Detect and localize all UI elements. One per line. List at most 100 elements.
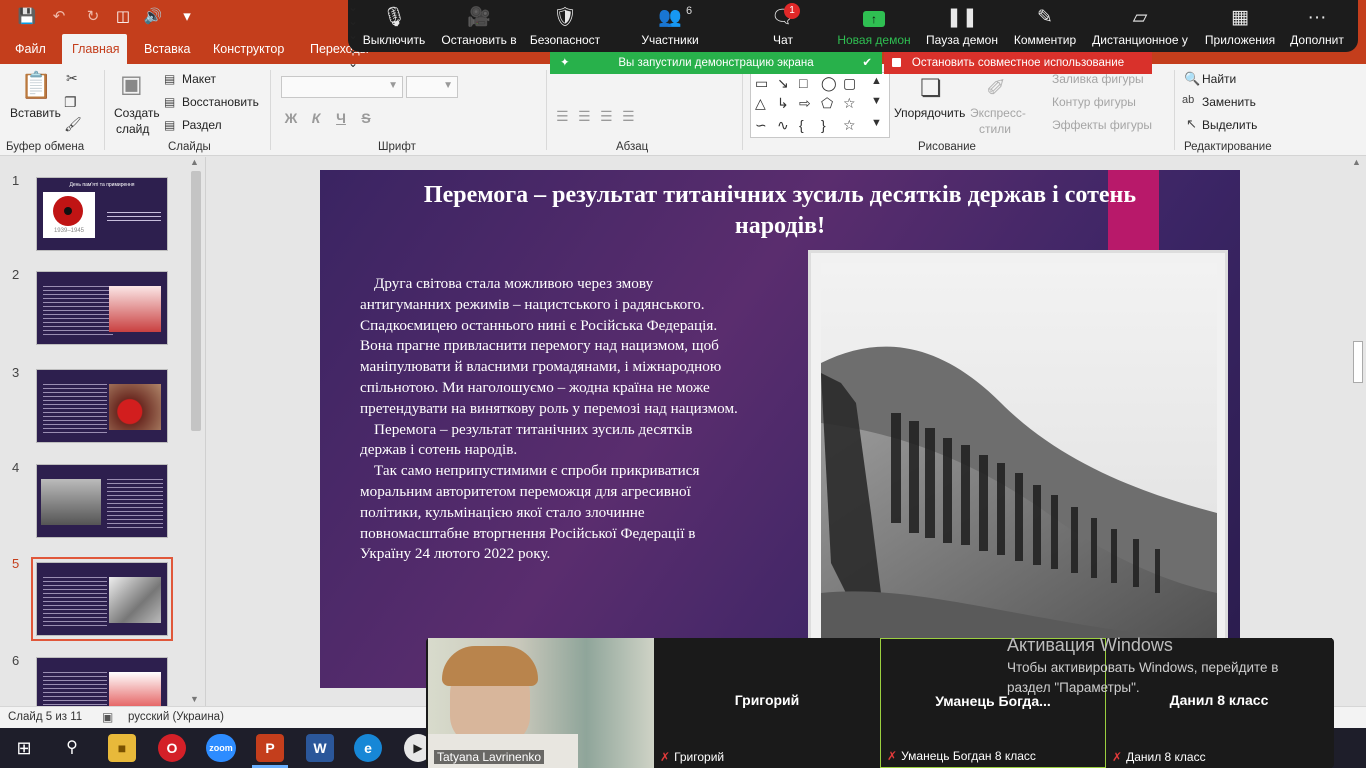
- line-shape-icon[interactable]: ↘: [777, 75, 789, 92]
- new-slide-button[interactable]: Создать: [114, 106, 160, 120]
- replace-icon[interactable]: ab: [1182, 94, 1194, 106]
- pentagon-shape-icon[interactable]: ⬠: [821, 95, 833, 112]
- annotate-button[interactable]: ✎ Комментир: [1008, 4, 1082, 48]
- video-tile-self[interactable]: Tatyana Lavrinenko: [428, 638, 654, 768]
- participants-button[interactable]: 👥 Участники: [630, 4, 710, 48]
- oval-shape-icon[interactable]: ◯: [821, 75, 837, 92]
- arrange-icon[interactable]: ❏: [920, 74, 942, 103]
- save-icon[interactable]: 💾: [16, 6, 38, 28]
- windows-start-icon[interactable]: ⊞: [10, 734, 38, 762]
- slide-thumbnail-5[interactable]: [36, 562, 168, 636]
- mute-button[interactable]: 🎙 Выключить: [358, 4, 430, 48]
- quick-styles-button-line2[interactable]: стили: [979, 122, 1011, 136]
- brace-close-shape-icon[interactable]: }: [821, 117, 826, 133]
- tab-file[interactable]: Файл: [5, 34, 56, 64]
- file-explorer-icon[interactable]: ■: [108, 734, 136, 762]
- slide-scrollbar[interactable]: ▲: [1350, 157, 1366, 706]
- scroll-up-icon[interactable]: ▲: [190, 157, 199, 167]
- gallery-down-icon[interactable]: ▼: [871, 95, 882, 107]
- select-icon[interactable]: ↖: [1186, 116, 1197, 132]
- align-center-icon[interactable]: ☰: [578, 108, 591, 125]
- justify-icon[interactable]: ☰: [622, 108, 635, 125]
- new-slide-icon[interactable]: ▣: [120, 70, 143, 99]
- bold-button[interactable]: Ж: [281, 108, 301, 128]
- copy-icon[interactable]: ❐: [64, 94, 77, 111]
- thumbnail-scrollbar[interactable]: ▲ ▼: [188, 157, 204, 706]
- customize-icon[interactable]: ▾: [176, 6, 198, 28]
- more-button[interactable]: ··· Дополнит: [1284, 4, 1350, 48]
- shape-fill-button[interactable]: Заливка фигуры: [1052, 72, 1144, 86]
- pin-icon[interactable]: ✦: [560, 52, 570, 74]
- strikethrough-button[interactable]: S: [356, 108, 376, 128]
- video-tile-participant[interactable]: Григорий ✗ Григорий: [654, 638, 880, 768]
- slide-thumbnail-2[interactable]: [36, 271, 168, 345]
- stop-video-button[interactable]: 🎥 Остановить в: [440, 4, 518, 48]
- curve-shape-icon[interactable]: ∽: [755, 117, 767, 134]
- elbow-shape-icon[interactable]: ↳: [777, 95, 789, 112]
- redo-icon[interactable]: ↻: [82, 6, 104, 28]
- pause-share-button[interactable]: ❚❚ Пауза демон: [922, 4, 1002, 48]
- word-icon[interactable]: W: [306, 734, 334, 762]
- paste-icon[interactable]: 📋: [20, 70, 52, 101]
- quick-styles-icon[interactable]: ✐: [986, 74, 1006, 103]
- select-button[interactable]: Выделить: [1202, 118, 1257, 132]
- freeform-shape-icon[interactable]: ∿: [777, 117, 789, 134]
- shape-outline-button[interactable]: Контур фигуры: [1052, 95, 1136, 109]
- font-name-combo[interactable]: ▼: [281, 76, 403, 98]
- align-left-icon[interactable]: ☰: [556, 108, 569, 125]
- powerpoint-icon[interactable]: P: [256, 734, 284, 762]
- present-icon[interactable]: ◫: [112, 6, 134, 28]
- slide-thumbnail-4[interactable]: [36, 464, 168, 538]
- new-slide-button-line2[interactable]: слайд: [116, 122, 149, 136]
- layout-button[interactable]: Макет: [182, 72, 216, 86]
- italic-button[interactable]: К: [306, 108, 326, 128]
- rect-shape-icon[interactable]: ▭: [755, 75, 768, 92]
- star-small-shape-icon[interactable]: ☆: [843, 117, 856, 134]
- shape-effects-button[interactable]: Эффекты фигуры: [1052, 118, 1152, 132]
- brace-shape-icon[interactable]: {: [799, 117, 804, 133]
- spellcheck-icon[interactable]: ▣: [102, 710, 113, 724]
- slide-thumbnail-1[interactable]: День пам'яті та примирення 1939–1945: [36, 177, 168, 251]
- star-shape-icon[interactable]: ☆: [843, 95, 856, 112]
- apps-button[interactable]: ▦ Приложения: [1202, 4, 1278, 48]
- security-button[interactable]: 🛡 Безопасност: [528, 4, 602, 48]
- chat-button[interactable]: 🗨 Чат: [758, 4, 808, 48]
- replace-button[interactable]: Заменить: [1202, 95, 1256, 109]
- zoom-app-icon[interactable]: zoom: [206, 734, 236, 762]
- tab-insert[interactable]: Вставка: [134, 34, 200, 64]
- language-indicator[interactable]: русский (Украина): [128, 711, 224, 723]
- rounded-rect-shape-icon[interactable]: ▢: [843, 75, 856, 92]
- stop-share-button[interactable]: Остановить совместное использование: [884, 52, 1152, 74]
- tab-design[interactable]: Конструктор: [203, 34, 294, 64]
- remote-control-button[interactable]: ▱ Дистанционное у: [1088, 4, 1192, 48]
- arrange-button[interactable]: Упорядочить: [894, 106, 965, 120]
- slide-canvas[interactable]: Перемога – результат титанічних зусиль д…: [320, 170, 1240, 688]
- arrow-shape-icon[interactable]: ⇨: [799, 95, 811, 112]
- triangle-shape-icon[interactable]: △: [755, 95, 766, 112]
- scroll-thumb[interactable]: [1353, 341, 1363, 383]
- slide-thumbnail-3[interactable]: [36, 369, 168, 443]
- scroll-down-icon[interactable]: ▼: [190, 694, 199, 704]
- undo-icon[interactable]: ↶: [48, 6, 70, 28]
- find-button[interactable]: Найти: [1202, 72, 1236, 86]
- audio-icon[interactable]: 🔊: [142, 6, 164, 28]
- scroll-thumb[interactable]: [191, 171, 201, 431]
- new-share-button[interactable]: ↑ Новая демон: [834, 4, 914, 48]
- shapes-gallery[interactable]: ▭ ↘ □ ◯ ▢ △ ↳ ⇨ ⬠ ☆ ∽ ∿ { } ☆ ▲ ▼ ▼: [750, 72, 890, 138]
- cut-icon[interactable]: ✂: [66, 70, 78, 87]
- find-icon[interactable]: 🔍: [1184, 71, 1200, 87]
- paste-button[interactable]: Вставить: [10, 106, 61, 120]
- scroll-up-icon[interactable]: ▲: [1352, 157, 1361, 167]
- gallery-up-icon[interactable]: ▲: [871, 75, 882, 87]
- slide-thumbnail-6[interactable]: [36, 657, 168, 706]
- tab-home[interactable]: Главная: [62, 34, 127, 64]
- align-right-icon[interactable]: ☰: [600, 108, 613, 125]
- square-shape-icon[interactable]: □: [799, 75, 807, 91]
- edge-icon[interactable]: e: [354, 734, 382, 762]
- gallery-more-icon[interactable]: ▼: [871, 117, 882, 129]
- reset-button[interactable]: Восстановить: [182, 95, 259, 109]
- font-size-combo[interactable]: ▼: [406, 76, 458, 98]
- opera-icon[interactable]: O: [158, 734, 186, 762]
- underline-button[interactable]: Ч: [331, 108, 351, 128]
- section-button[interactable]: Раздел: [182, 118, 222, 132]
